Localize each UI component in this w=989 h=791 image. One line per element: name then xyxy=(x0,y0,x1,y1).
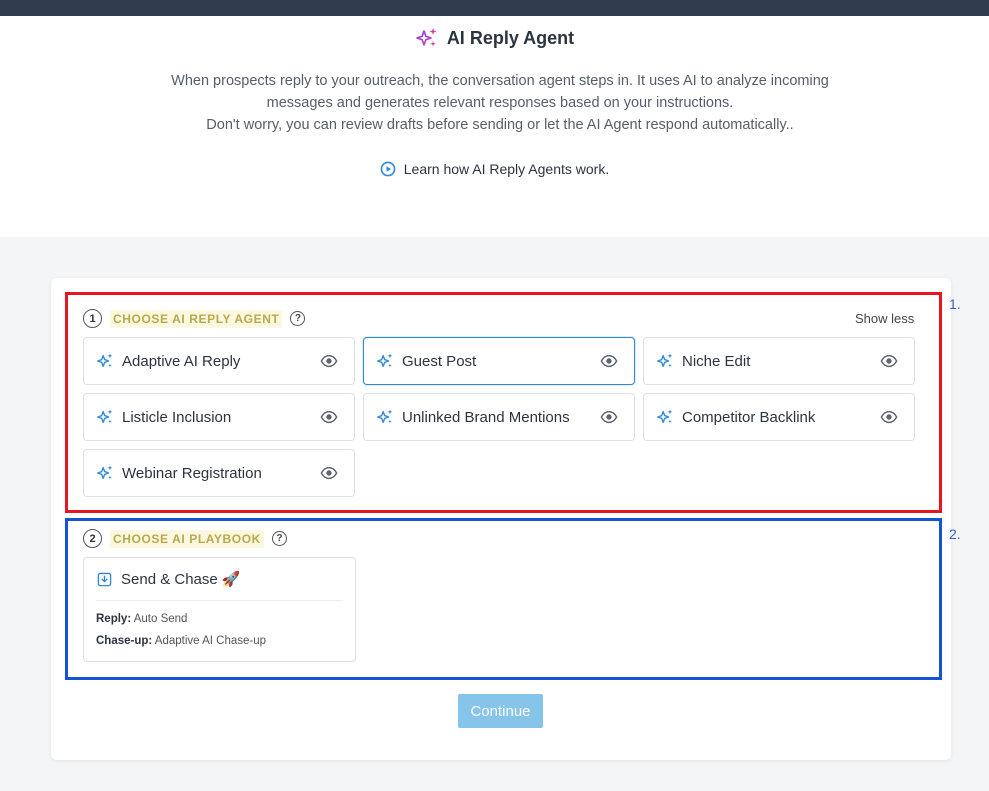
agent-card[interactable]: Listicle Inclusion xyxy=(83,393,355,441)
playbook-header: Send & Chase 🚀 xyxy=(97,570,241,588)
playbook-chase-value: Adaptive AI Chase-up xyxy=(154,635,267,647)
agent-card-label: Webinar Registration xyxy=(122,464,262,482)
agent-card-label: Guest Post xyxy=(402,352,477,370)
agent-card[interactable]: Webinar Registration xyxy=(83,449,355,497)
agent-card[interactable]: Unlinked Brand Mentions xyxy=(363,393,635,441)
eye-icon[interactable] xyxy=(600,352,618,370)
playbook-reply-value: Auto Send xyxy=(133,613,188,625)
sparkles-icon xyxy=(97,465,113,480)
show-less-toggle[interactable]: Show less xyxy=(855,311,914,326)
playbook-reply-key: Reply: xyxy=(96,613,132,625)
agent-card[interactable]: Competitor Backlink xyxy=(643,393,915,441)
eye-icon[interactable] xyxy=(320,408,338,426)
playbook-card-send-and-chase[interactable]: Send & Chase 🚀 Reply: Auto Send Chase-up… xyxy=(83,557,356,662)
sparkles-icon xyxy=(657,409,673,424)
agent-card-label: Niche Edit xyxy=(682,352,751,370)
step1-label: CHOOSE AI REPLY AGENT xyxy=(110,309,283,328)
playbook-reply-row: Reply: Auto Send xyxy=(96,613,187,625)
sparkles-icon xyxy=(377,353,393,368)
agent-card[interactable]: Niche Edit xyxy=(643,337,915,385)
annotation-label-2: 2. xyxy=(949,526,961,542)
download-box-icon xyxy=(97,572,112,586)
eye-icon[interactable] xyxy=(600,408,618,426)
step2-number: 2 xyxy=(83,529,102,548)
description-line: messages and generates relevant response… xyxy=(266,95,734,111)
playbook-chase-key: Chase-up: xyxy=(96,635,153,647)
eye-icon[interactable] xyxy=(880,408,898,426)
agent-card-label: Listicle Inclusion xyxy=(122,408,232,426)
agent-card-label: Competitor Backlink xyxy=(682,408,816,426)
sparkles-icon xyxy=(657,353,673,368)
sparkles-icon xyxy=(377,409,393,424)
step2-help-icon[interactable]: ? xyxy=(271,531,287,546)
agent-card-label: Adaptive AI Reply xyxy=(122,352,241,370)
agent-card[interactable]: Guest Post xyxy=(363,337,635,385)
step2-label: CHOOSE AI PLAYBOOK xyxy=(110,529,264,548)
page-title-row: AI Reply Agent xyxy=(0,26,989,50)
agent-card[interactable]: Adaptive AI Reply xyxy=(83,337,355,385)
eye-icon[interactable] xyxy=(320,464,338,482)
step1-number: 1 xyxy=(83,309,102,328)
description-line: When prospects reply to your outreach, t… xyxy=(171,73,829,89)
divider xyxy=(96,600,343,601)
play-circle-icon xyxy=(380,161,396,177)
agent-card-label: Unlinked Brand Mentions xyxy=(402,408,570,426)
learn-how-link-label: Learn how AI Reply Agents work. xyxy=(403,161,610,177)
step1-help-icon[interactable]: ? xyxy=(290,311,306,326)
playbook-title: Send & Chase 🚀 xyxy=(121,571,241,588)
continue-button[interactable]: Continue xyxy=(458,694,543,728)
learn-how-link[interactable]: Learn how AI Reply Agents work. xyxy=(0,161,989,177)
playbook-chase-row: Chase-up: Adaptive AI Chase-up xyxy=(96,635,266,647)
top-bar xyxy=(0,0,989,16)
page-title: AI Reply Agent xyxy=(446,27,575,48)
sparkles-icon xyxy=(416,28,437,47)
sparkles-icon xyxy=(97,409,113,424)
step2-header: 2 CHOOSE AI PLAYBOOK ? xyxy=(83,529,287,548)
page-description: When prospects reply to your outreach, t… xyxy=(150,70,850,136)
eye-icon[interactable] xyxy=(880,352,898,370)
annotation-label-1: 1. xyxy=(949,296,961,312)
step1-header: 1 CHOOSE AI REPLY AGENT ? xyxy=(83,309,306,328)
description-line: Don't worry, you can review drafts befor… xyxy=(206,117,794,133)
eye-icon[interactable] xyxy=(320,352,338,370)
sparkles-icon xyxy=(97,353,113,368)
